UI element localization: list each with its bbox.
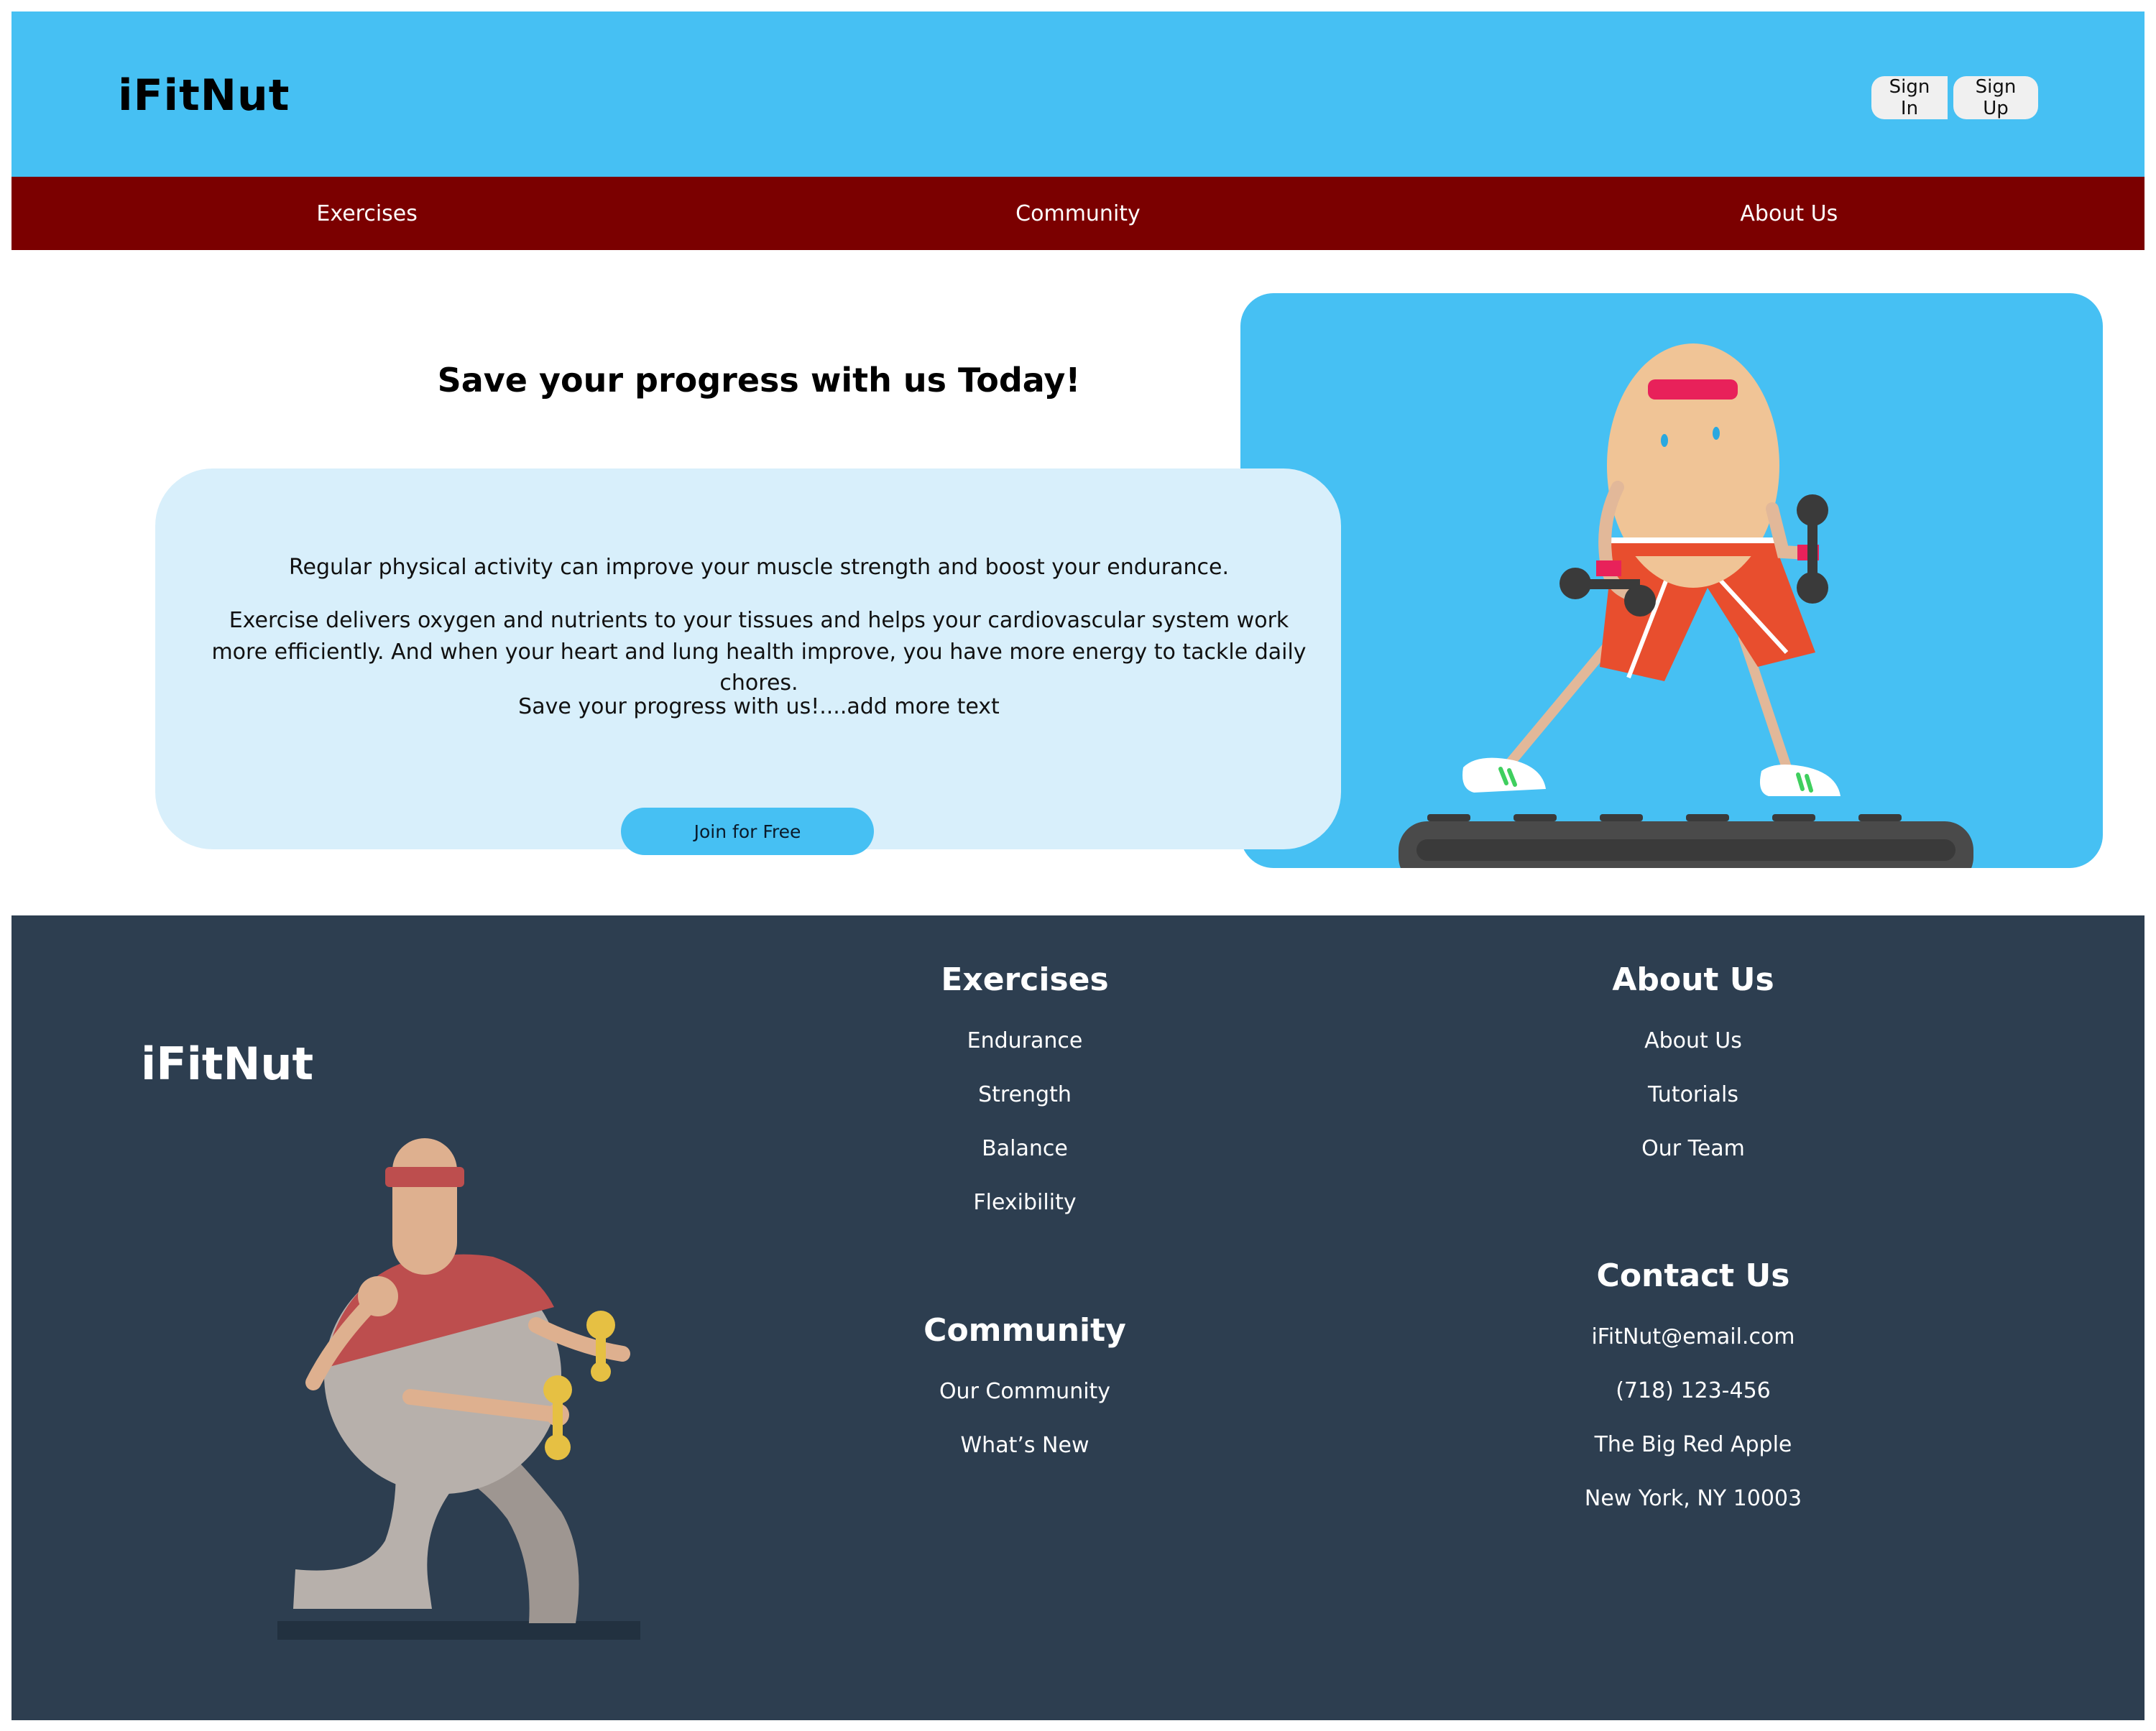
footer-community-heading: Community xyxy=(923,1312,1126,1349)
footer-link-whats-new[interactable]: What’s New xyxy=(860,1418,1190,1472)
site-footer: iFitNut Exercises Endurance Strength Bal… xyxy=(11,915,2145,1720)
nav-item-community[interactable]: Community xyxy=(722,177,1433,250)
sign-in-button[interactable]: Sign In xyxy=(1871,76,1948,119)
runner-illustration xyxy=(277,1138,640,1640)
footer-link-balance[interactable]: Balance xyxy=(860,1122,1190,1176)
footer-about-heading: About Us xyxy=(1612,961,1774,998)
page: iFitNut Sign In Sign Up Exercises Commun… xyxy=(11,11,2145,1720)
footer-contact-heading: Contact Us xyxy=(1596,1257,1790,1294)
footer-link-about-us[interactable]: About Us xyxy=(1528,1014,1858,1068)
footer-exercises-section: Exercises Endurance Strength Balance Fle… xyxy=(860,961,1190,1229)
hero-paragraph: Save your progress with us!....add more … xyxy=(518,694,1000,719)
footer-community-section: Community Our Community What’s New xyxy=(860,1312,1190,1472)
hero-title: Save your progress with us Today! xyxy=(437,361,1081,400)
treadmill-runner-illustration xyxy=(1399,343,1973,868)
hero-paragraph: Exercise delivers oxygen and nutrients t… xyxy=(211,608,1307,696)
site-header: iFitNut Sign In Sign Up xyxy=(11,11,2145,177)
contact-phone: (718) 123-456 xyxy=(1616,1378,1771,1403)
footer-link-our-community[interactable]: Our Community xyxy=(860,1365,1190,1418)
site-logo[interactable]: iFitNut xyxy=(118,70,290,121)
contact-address-line-2: New York, NY 10003 xyxy=(1584,1486,1802,1511)
footer-link-strength[interactable]: Strength xyxy=(860,1068,1190,1122)
auth-buttons: Sign In Sign Up xyxy=(1871,76,2038,119)
nav-item-about-us[interactable]: About Us xyxy=(1434,177,2145,250)
nav-item-exercises[interactable]: Exercises xyxy=(11,177,722,250)
footer-link-our-team[interactable]: Our Team xyxy=(1528,1122,1858,1176)
join-for-free-button[interactable]: Join for Free xyxy=(621,808,874,855)
sign-up-button[interactable]: Sign Up xyxy=(1953,76,2038,119)
main-nav: Exercises Community About Us xyxy=(11,177,2145,250)
footer-link-flexibility[interactable]: Flexibility xyxy=(860,1176,1190,1229)
contact-email[interactable]: iFitNut@email.com xyxy=(1528,1310,1858,1364)
footer-about-section: About Us About Us Tutorials Our Team xyxy=(1528,961,1858,1176)
hero-paragraph: Regular physical activity can improve yo… xyxy=(288,555,1230,580)
footer-exercises-heading: Exercises xyxy=(941,961,1109,998)
footer-link-endurance[interactable]: Endurance xyxy=(860,1014,1190,1068)
footer-contact-section: Contact Us iFitNut@email.com (718) 123-4… xyxy=(1528,1257,1858,1525)
contact-address-line-1: The Big Red Apple xyxy=(1594,1432,1792,1457)
footer-link-tutorials[interactable]: Tutorials xyxy=(1528,1068,1858,1122)
hero-illustration xyxy=(1240,293,2103,868)
